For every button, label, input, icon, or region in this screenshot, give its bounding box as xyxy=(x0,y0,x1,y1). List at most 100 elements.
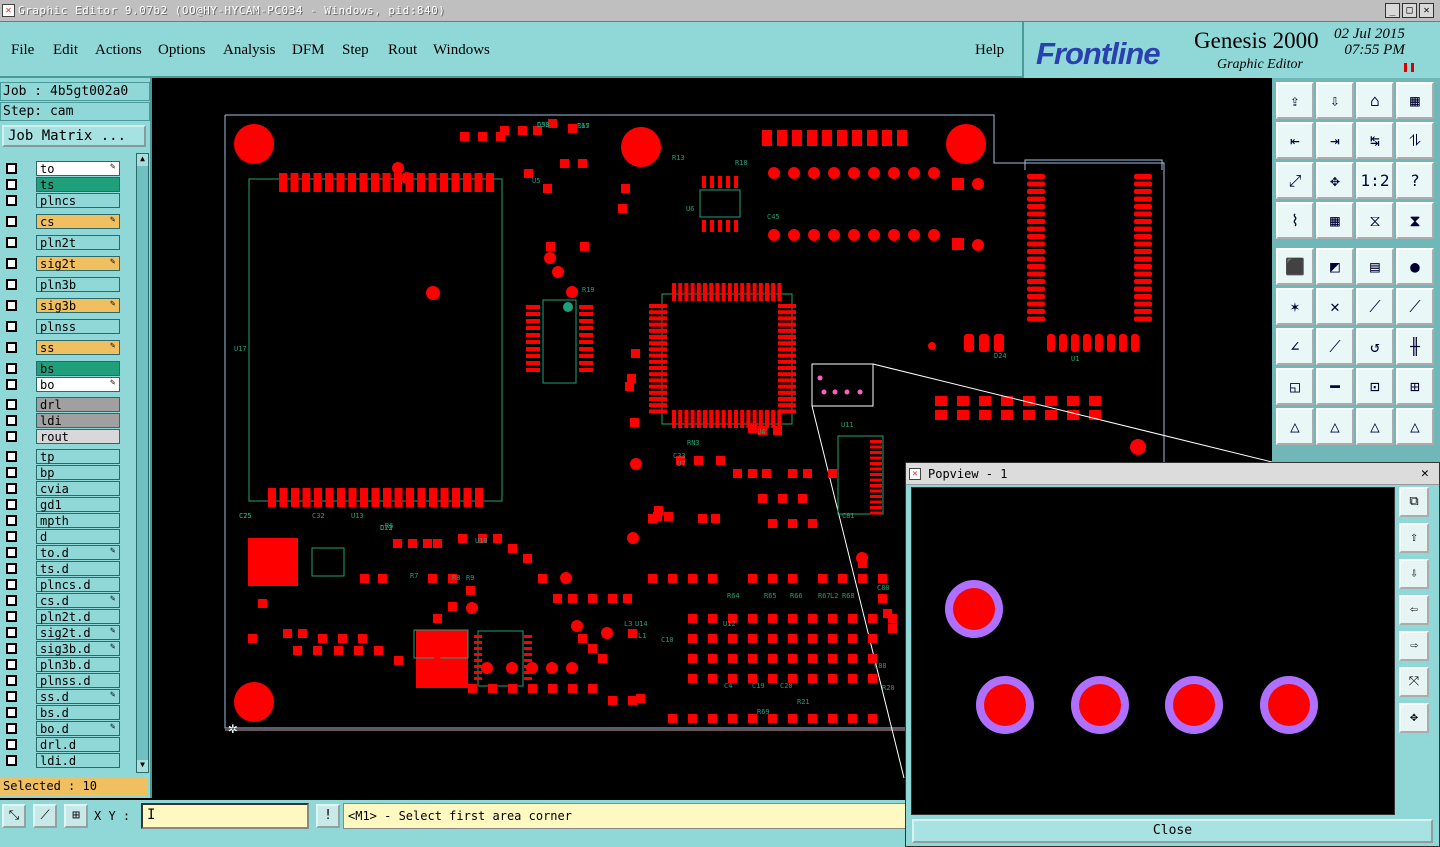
layer-name[interactable]: ldi xyxy=(36,413,120,428)
menu-file[interactable]: File xyxy=(11,42,34,59)
menu-analysis[interactable]: Analysis xyxy=(223,42,276,59)
layer-row-d[interactable]: d xyxy=(2,529,122,544)
warning-icon[interactable]: ! xyxy=(316,804,340,828)
tri2-icon[interactable]: △ xyxy=(1316,408,1354,445)
layer-name[interactable]: plncs xyxy=(36,193,120,208)
grid-snap-icon[interactable]: ⊞ xyxy=(64,804,88,828)
menu-help[interactable]: Help xyxy=(975,42,1004,59)
layer-checkbox[interactable] xyxy=(6,691,17,702)
popview-fit-icon[interactable]: ⤧ xyxy=(1399,667,1429,697)
layer-row-ts-d[interactable]: ts.d xyxy=(2,561,122,576)
layer-name[interactable]: bp xyxy=(36,465,120,480)
layer-name[interactable]: ts.d xyxy=(36,561,120,576)
layer-checkbox[interactable] xyxy=(6,467,17,478)
layer-name[interactable]: bo.d xyxy=(36,721,120,736)
circle-icon[interactable]: ● xyxy=(1396,248,1434,285)
layer-row-rout[interactable]: rout xyxy=(2,429,122,444)
pan-icon[interactable]: ✥ xyxy=(1316,162,1354,199)
pad-icon[interactable]: ⬛ xyxy=(1276,248,1314,285)
tri1-icon[interactable]: △ xyxy=(1276,408,1314,445)
layer-name[interactable]: to.d xyxy=(36,545,120,560)
layer-checkbox[interactable] xyxy=(6,451,17,462)
layer-name[interactable]: ts xyxy=(36,177,120,192)
layer-name[interactable]: plncs.d xyxy=(36,577,120,592)
layer-row-mpth[interactable]: mpth xyxy=(2,513,122,528)
popview-right-icon[interactable]: ⇨ xyxy=(1399,631,1429,661)
menu-dfm[interactable]: DFM xyxy=(292,42,325,59)
popview-close-icon[interactable]: ✕ xyxy=(1421,466,1429,481)
layer-name[interactable]: drl xyxy=(36,397,120,412)
tri4-icon[interactable]: △ xyxy=(1396,408,1434,445)
layer-name[interactable]: pln3b xyxy=(36,277,120,292)
layer-checkbox[interactable] xyxy=(6,179,17,190)
layer-name[interactable]: pln3b.d xyxy=(36,657,120,672)
layer-name[interactable]: cs.d xyxy=(36,593,120,608)
layer-row-drl[interactable]: drl xyxy=(2,397,122,412)
menu-options[interactable]: Options xyxy=(158,42,206,59)
layer-row-pln3b-d[interactable]: pln3b.d xyxy=(2,657,122,672)
tri3-icon[interactable]: △ xyxy=(1356,408,1394,445)
job-matrix-button[interactable]: Job Matrix ... xyxy=(2,125,146,147)
array-icon[interactable]: ⊞ xyxy=(1396,368,1434,405)
layer-row-to-d[interactable]: to.d ✎ xyxy=(2,545,122,560)
scroll-up-icon[interactable]: ▲ xyxy=(137,154,148,166)
net-icon[interactable]: ✶ xyxy=(1276,288,1314,325)
layer-down-icon[interactable]: ⇩ xyxy=(1316,82,1354,119)
route2-icon[interactable]: ⟋ xyxy=(1396,288,1434,325)
layer-row-to[interactable]: to ✎ xyxy=(2,161,122,176)
center-icon[interactable]: ⊡ xyxy=(1356,368,1394,405)
layer-name[interactable]: gd1 xyxy=(36,497,120,512)
popview-pan-icon[interactable]: ✥ xyxy=(1399,703,1429,733)
route-icon[interactable]: ⟋ xyxy=(1356,288,1394,325)
zoom-area-icon[interactable]: ⤡ xyxy=(2,804,26,828)
select-net-icon[interactable]: ⧗ xyxy=(1396,202,1434,239)
layer-row-drl-d[interactable]: drl.d xyxy=(2,737,122,752)
line-draw-icon[interactable]: ⟋ xyxy=(1316,328,1354,365)
measure-icon[interactable]: ⟋ xyxy=(33,804,57,828)
layer-checkbox[interactable] xyxy=(6,399,17,410)
layer-checkbox[interactable] xyxy=(6,279,17,290)
layer-row-cs-d[interactable]: cs.d ✎ xyxy=(2,593,122,608)
filter-icon[interactable]: ⌇ xyxy=(1276,202,1314,239)
arc-icon[interactable]: ↺ xyxy=(1356,328,1394,365)
shift-icon[interactable]: ⥮ xyxy=(1396,122,1434,159)
layer-row-bo[interactable]: bo ✎ xyxy=(2,377,122,392)
layer-checkbox[interactable] xyxy=(6,483,17,494)
layer-name[interactable]: sig2t.d xyxy=(36,625,120,640)
layer-checkbox[interactable] xyxy=(6,379,17,390)
layer-name[interactable]: ss xyxy=(36,340,120,355)
layer-row-ldi[interactable]: ldi xyxy=(2,413,122,428)
layer-row-bs-d[interactable]: bs.d xyxy=(2,705,122,720)
layer-name[interactable]: ss.d xyxy=(36,689,120,704)
layer-checkbox[interactable] xyxy=(6,342,17,353)
layer-row-pln2t[interactable]: pln2t xyxy=(2,235,122,250)
snap-grid-icon[interactable]: ▦ xyxy=(1316,202,1354,239)
layer-checkbox[interactable] xyxy=(6,707,17,718)
layer-row-ss-d[interactable]: ss.d ✎ xyxy=(2,689,122,704)
popview-left-icon[interactable]: ⇦ xyxy=(1399,595,1429,625)
layer-checkbox[interactable] xyxy=(6,515,17,526)
box-icon[interactable]: ◱ xyxy=(1276,368,1314,405)
layer-checkbox[interactable] xyxy=(6,499,17,510)
layer-row-cvia[interactable]: cvia xyxy=(2,481,122,496)
layer-name[interactable]: pln2t.d xyxy=(36,609,120,624)
layer-checkbox[interactable] xyxy=(6,363,17,374)
layer-up-icon[interactable]: ⇪ xyxy=(1276,82,1314,119)
layer-checkbox[interactable] xyxy=(6,300,17,311)
pause-icon[interactable] xyxy=(1404,63,1414,72)
layer-row-cs[interactable]: cs ✎ xyxy=(2,214,122,229)
menu-windows[interactable]: Windows xyxy=(433,42,490,59)
layer-name[interactable]: cs xyxy=(36,214,120,229)
layer-row-bs[interactable]: bs xyxy=(2,361,122,376)
layer-name[interactable]: plnss xyxy=(36,319,120,334)
layer-row-tp[interactable]: tp xyxy=(2,449,122,464)
fit-screen-icon[interactable]: ⤢ xyxy=(1276,162,1314,199)
layer-name[interactable]: rout xyxy=(36,429,120,444)
delete-icon[interactable]: ✕ xyxy=(1316,288,1354,325)
flip-icon[interactable]: ╫ xyxy=(1396,328,1434,365)
layer-row-sig3b[interactable]: sig3b ✎ xyxy=(2,298,122,313)
menu-rout[interactable]: Rout xyxy=(388,42,417,59)
layer-checkbox[interactable] xyxy=(6,643,17,654)
layer-row-sig3b-d[interactable]: sig3b.d ✎ xyxy=(2,641,122,656)
home-icon[interactable]: ⌂ xyxy=(1356,82,1394,119)
